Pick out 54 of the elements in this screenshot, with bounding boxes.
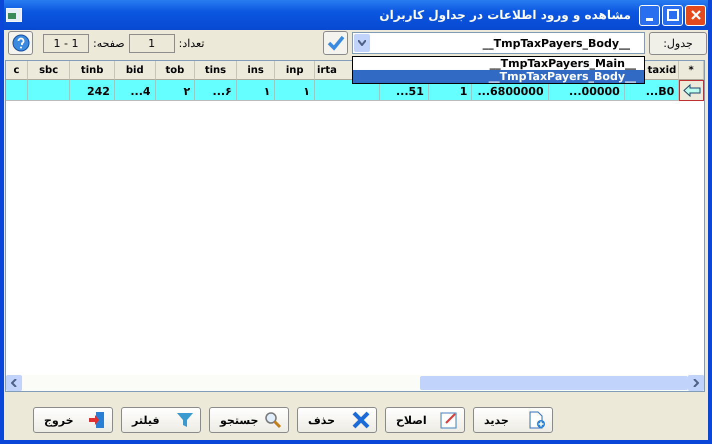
table-cell: ...B0 [624,80,680,101]
table-cell: ۲ [156,80,196,101]
left-arrow-icon [682,84,701,97]
table-button[interactable]: جدول: [649,32,707,54]
table-cell: ...۶ [195,80,237,101]
page-label: صفحه: [93,36,125,50]
new-button[interactable]: جدید [473,407,553,433]
exit-button[interactable]: خروج [33,407,113,433]
table-cell: 242 [70,80,115,101]
edit-button[interactable]: اصلاح [385,407,465,433]
column-header[interactable]: ins [236,61,276,80]
search-button[interactable]: جستجو [209,407,289,433]
dropdown-option[interactable]: __TmpTaxPayers_Body__ [353,70,644,83]
close-button[interactable] [685,4,706,26]
minimize-button[interactable] [639,4,660,26]
maximize-button[interactable] [662,4,683,26]
close-icon [352,411,370,429]
delete-button[interactable]: حذف [297,407,377,433]
scroll-right-icon[interactable] [693,379,699,387]
filter-button[interactable]: فیلتر [121,407,201,433]
window-title: مشاهده و ورود اطلاعات در جداول کاربران [379,8,631,22]
scroll-left-icon[interactable] [11,379,17,387]
table-cell: ۱ [275,80,315,101]
column-header[interactable]: bid [114,61,156,80]
column-header[interactable]: tinb [70,61,115,80]
search-icon [264,411,282,429]
column-header[interactable]: tins [195,61,237,80]
table-cell [315,80,380,101]
table-select[interactable]: __TmpTaxPayers_Body__ [352,32,645,54]
door-icon [88,411,106,429]
table-cell [6,80,28,101]
help-icon [12,34,30,52]
page-field: 1 - 1 [43,34,89,52]
table-cell: ۱ [236,80,276,101]
filter-icon [176,411,194,429]
column-header[interactable]: sbc [28,61,70,80]
column-header[interactable]: inp [275,61,315,80]
checkmark-icon [326,35,344,51]
column-header[interactable]: tob [156,61,196,80]
new-document-icon [528,411,546,429]
table-cell: ...4 [114,80,156,101]
horizontal-scrollbar[interactable] [6,375,704,391]
help-button[interactable] [8,31,33,55]
minimize-icon [646,18,653,20]
count-field: 1 [128,34,175,52]
column-header[interactable]: c [6,61,28,80]
column-header[interactable]: * [679,61,704,80]
apply-button[interactable] [323,31,348,55]
table-cell [28,80,70,101]
app-icon [6,8,22,22]
maximize-icon [666,9,678,21]
count-label: تعداد: [178,36,204,50]
close-icon [690,9,702,21]
edit-icon [440,411,458,429]
